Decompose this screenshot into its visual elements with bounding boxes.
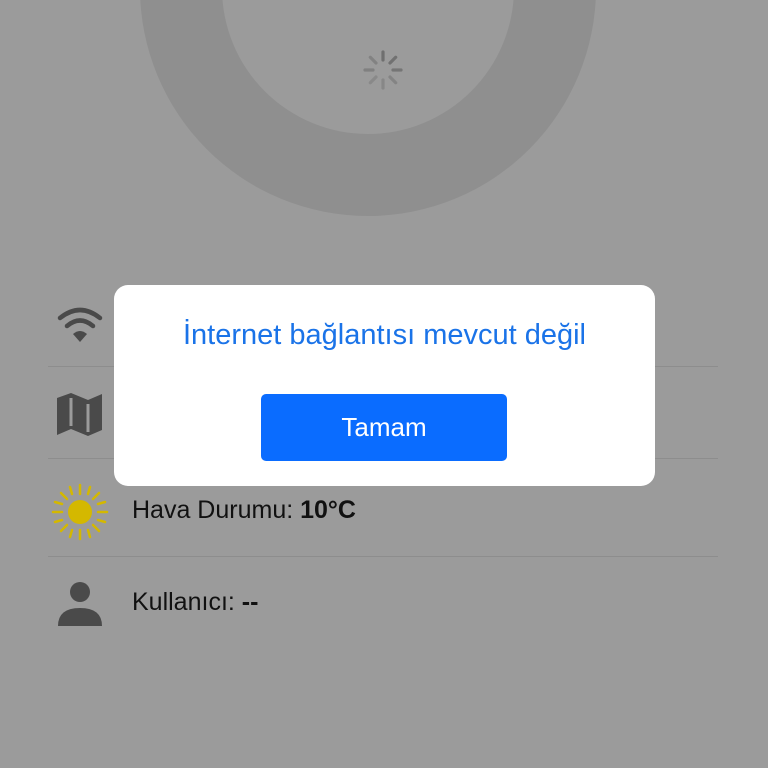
user-label: Kullanıcı: xyxy=(132,588,235,616)
alert-dialog: İnternet bağlantısı mevcut değil Tamam xyxy=(114,285,655,486)
user-value: -- xyxy=(241,588,259,616)
loading-spinner-icon xyxy=(363,50,403,90)
weather-value: 10°C xyxy=(300,496,356,524)
list-item-user: Kullanıcı: -- xyxy=(48,556,718,648)
user-icon xyxy=(58,582,102,626)
sun-icon xyxy=(51,483,109,541)
alert-message: İnternet bağlantısı mevcut değil xyxy=(182,319,586,351)
weather-label: Hava Durumu: xyxy=(132,496,294,524)
progress-ring xyxy=(140,0,596,216)
map-icon xyxy=(57,393,102,436)
ok-button[interactable]: Tamam xyxy=(261,394,507,461)
user-text: Kullanıcı: -- xyxy=(132,556,258,648)
wifi-icon xyxy=(57,307,103,342)
